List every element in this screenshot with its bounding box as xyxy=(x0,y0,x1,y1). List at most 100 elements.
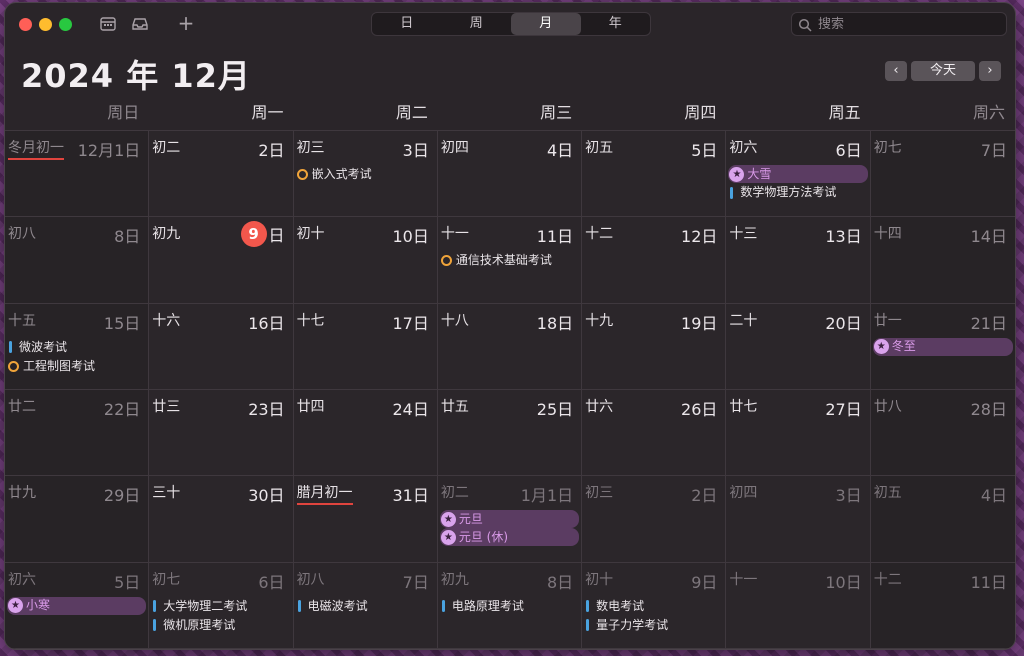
day-cell[interactable]: 初五 5日 xyxy=(582,131,727,218)
day-cell[interactable]: 初八 8日 xyxy=(5,217,150,304)
day-cell[interactable]: 初四 4日 xyxy=(437,131,583,218)
calendar-event[interactable]: 数电考试 xyxy=(585,597,723,616)
solar-date: 21日 xyxy=(970,313,1007,333)
day-cell[interactable]: 廿二 22日 xyxy=(5,390,150,477)
solar-date: 18日 xyxy=(536,313,574,333)
search-input[interactable] xyxy=(818,15,998,33)
day-cell[interactable]: 初二 1月1日 ★ 元旦 ★ 元旦 (休) xyxy=(437,476,583,563)
day-cell[interactable]: 十三 13日 xyxy=(726,217,871,304)
close-window-button[interactable] xyxy=(19,18,32,31)
day-cell[interactable]: 十六 16日 xyxy=(149,303,294,390)
day-cell[interactable]: 初九 9 日 xyxy=(149,217,294,304)
day-cell[interactable]: 廿九 29日 xyxy=(5,476,150,563)
inbox-icon[interactable] xyxy=(131,15,149,33)
lunar-date: 十六 xyxy=(152,312,181,329)
solar-date: 6日 xyxy=(835,141,862,160)
calendar-event[interactable]: 量子力学考试 xyxy=(585,616,723,635)
calendar-event[interactable]: 电路原理考试 xyxy=(441,597,579,616)
day-cell[interactable]: 十二 12日 xyxy=(582,217,727,304)
day-cell[interactable]: 十四 14日 xyxy=(870,217,1015,304)
day-cell[interactable]: 初四 3日 xyxy=(726,476,871,563)
event-title: 通信技术基础考试 xyxy=(455,253,552,268)
event-title: 数电考试 xyxy=(596,598,645,613)
day-cell[interactable]: 十八 18日 xyxy=(437,303,583,390)
tab-year[interactable]: 年 xyxy=(581,13,651,35)
day-cell[interactable]: 腊月初一 31日 xyxy=(293,476,438,563)
today-indicator: 9 xyxy=(240,221,267,248)
holiday-event[interactable]: ★ 大雪 xyxy=(728,165,868,183)
event-title: 电路原理考试 xyxy=(451,598,524,613)
next-month-button[interactable]: › xyxy=(979,61,1001,81)
day-cell[interactable]: 初七 7日 xyxy=(870,131,1015,218)
day-cell[interactable]: 初十 10日 xyxy=(293,217,438,304)
event-title: 元旦 (休) xyxy=(458,529,509,544)
lunar-date: 初七 xyxy=(152,571,181,588)
solar-date: 31日 xyxy=(392,486,429,506)
event-list: 大学物理二考试 微机原理考试 xyxy=(152,597,290,635)
day-cell[interactable]: 廿七 27日 xyxy=(726,390,871,477)
day-cell[interactable]: 廿五 25日 xyxy=(437,390,583,477)
day-cell[interactable]: 十二 11日 xyxy=(870,562,1015,649)
solar-date: 16日 xyxy=(248,313,285,333)
day-cell[interactable]: 初六 5日 ★ 小寒 xyxy=(5,562,150,649)
holiday-event[interactable]: ★ 元旦 xyxy=(439,510,580,529)
calendar-event[interactable]: 通信技术基础考试 xyxy=(440,251,579,270)
previous-month-button[interactable]: ‹ xyxy=(885,61,907,81)
day-cell[interactable]: 三十 30日 xyxy=(149,476,294,563)
day-cell[interactable]: 初七 6日 大学物理二考试 微机原理考试 xyxy=(149,562,294,649)
event-list: ★ 冬至 xyxy=(872,337,1013,356)
day-cell[interactable]: 初三 2日 xyxy=(582,476,727,563)
lunar-date: 十八 xyxy=(440,312,469,329)
add-event-button[interactable]: + xyxy=(177,13,195,33)
solar-date: 11日 xyxy=(536,227,574,247)
day-cell[interactable]: 初九 8日 电路原理考试 xyxy=(437,562,583,649)
lunar-date: 廿一 xyxy=(873,312,902,329)
calendar-event[interactable]: 数学物理方法考试 xyxy=(729,183,867,202)
day-cell[interactable]: 十五 15日 微波考试 工程制图考试 xyxy=(5,303,150,390)
calendar-list-icon[interactable] xyxy=(99,15,117,33)
calendar-event[interactable]: 电磁波考试 xyxy=(297,597,435,616)
holiday-event[interactable]: ★ 冬至 xyxy=(872,337,1013,356)
day-cell[interactable]: 初三 3日 嵌入式考试 xyxy=(293,131,438,218)
day-cell[interactable]: 十七 17日 xyxy=(293,303,438,390)
day-cell[interactable]: 廿六 26日 xyxy=(582,390,727,477)
day-cell[interactable]: 十一 10日 xyxy=(726,562,871,649)
solar-date: 7日 xyxy=(402,572,429,592)
solar-date: 10日 xyxy=(392,227,429,247)
solar-date: 9日 xyxy=(240,221,285,248)
calendar-event[interactable]: 微波考试 xyxy=(8,338,146,357)
lunar-date: 十二 xyxy=(873,571,902,588)
solar-date: 12月1日 xyxy=(77,141,141,160)
lunar-date: 初六 xyxy=(729,140,758,156)
event-list: 微波考试 工程制图考试 xyxy=(8,338,146,376)
solar-date: 24日 xyxy=(392,400,429,419)
solar-date: 4日 xyxy=(546,141,574,160)
minimize-window-button[interactable] xyxy=(39,18,52,31)
day-cell[interactable]: 廿四 24日 xyxy=(293,390,438,477)
tab-month[interactable]: 月 xyxy=(511,13,581,35)
holiday-event[interactable]: ★ 元旦 (休) xyxy=(439,528,580,547)
today-button[interactable]: 今天 xyxy=(911,61,975,81)
zoom-window-button[interactable] xyxy=(59,18,72,31)
day-cell[interactable]: 冬月初一 12月1日 xyxy=(5,131,150,218)
day-cell[interactable]: 初二 2日 xyxy=(149,131,294,218)
day-cell[interactable]: 初五 4日 xyxy=(870,476,1015,563)
day-cell[interactable]: 十一 11日 通信技术基础考试 xyxy=(437,217,583,304)
calendar-event[interactable]: 工程制图考试 xyxy=(8,357,146,376)
tab-day[interactable]: 日 xyxy=(372,13,442,35)
day-cell[interactable]: 二十 20日 xyxy=(726,303,871,390)
day-cell[interactable]: 初十 9日 数电考试 量子力学考试 xyxy=(582,562,727,649)
lunar-date: 三十 xyxy=(152,485,181,502)
calendar-event[interactable]: 嵌入式考试 xyxy=(296,165,435,184)
holiday-event[interactable]: ★ 小寒 xyxy=(7,596,147,615)
day-cell[interactable]: 十九 19日 xyxy=(582,303,727,390)
day-cell[interactable]: 初八 7日 电磁波考试 xyxy=(293,562,438,649)
calendar-event[interactable]: 微机原理考试 xyxy=(152,616,290,635)
solar-date: 2日 xyxy=(691,486,718,506)
day-cell[interactable]: 廿三 23日 xyxy=(149,390,294,477)
day-cell[interactable]: 廿一 21日 ★ 冬至 xyxy=(870,303,1015,390)
day-cell[interactable]: 廿八 28日 xyxy=(870,390,1015,477)
calendar-event[interactable]: 大学物理二考试 xyxy=(152,597,290,616)
day-cell[interactable]: 初六 6日 ★ 大雪 数学物理方法考试 xyxy=(726,131,871,218)
tab-week[interactable]: 周 xyxy=(442,13,512,35)
